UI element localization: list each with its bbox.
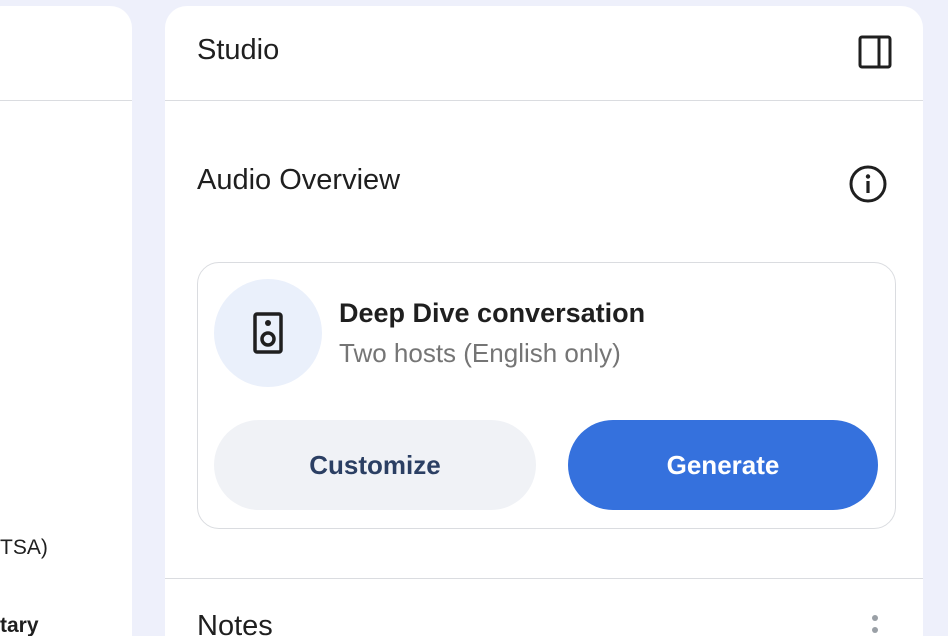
speaker-icon-container xyxy=(214,279,322,387)
info-icon[interactable] xyxy=(848,164,888,204)
notes-title: Notes xyxy=(197,610,273,636)
generate-button[interactable]: Generate xyxy=(568,420,878,510)
studio-title: Studio xyxy=(197,34,280,66)
more-vert-icon[interactable] xyxy=(865,610,885,636)
audio-overview-title: Audio Overview xyxy=(197,164,401,196)
sources-panel: TSA) tary xyxy=(0,6,132,636)
conversation-subtitle: Two hosts (English only) xyxy=(339,338,621,368)
studio-header: Studio xyxy=(165,6,923,101)
sources-header-divider xyxy=(0,100,132,101)
conversation-title: Deep Dive conversation xyxy=(339,298,646,328)
speaker-icon xyxy=(253,312,283,354)
side-panel-icon[interactable] xyxy=(858,35,892,69)
studio-panel: Studio Audio Overview Deep Dive conversa… xyxy=(165,6,923,636)
notes-divider xyxy=(165,578,923,579)
source-item-text-bold[interactable]: tary xyxy=(0,614,39,636)
source-item-text[interactable]: TSA) xyxy=(0,536,48,560)
app-window: TSA) tary Studio Audio Overview Deep Div… xyxy=(0,0,948,636)
deep-dive-card: Deep Dive conversation Two hosts (Englis… xyxy=(197,262,896,529)
customize-button[interactable]: Customize xyxy=(214,420,536,510)
